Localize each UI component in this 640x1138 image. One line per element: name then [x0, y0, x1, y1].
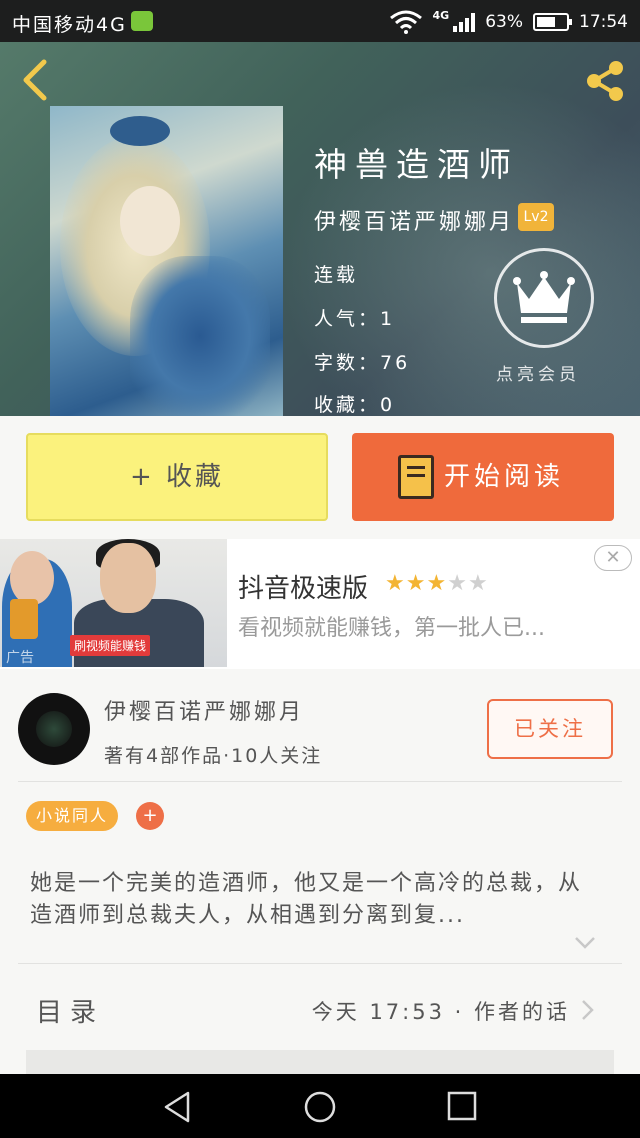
share-icon[interactable]	[582, 58, 628, 104]
carrier-label: 中国移动4G	[12, 14, 127, 36]
battery-percent: 63%	[485, 12, 523, 32]
divider	[18, 963, 622, 964]
author-avatar[interactable]	[18, 693, 90, 765]
add-favorite-button[interactable]: + 收藏	[26, 433, 328, 521]
start-reading-button[interactable]: 开始阅读	[352, 433, 614, 521]
book-synopsis[interactable]: 她是一个完美的造酒师，他又是一个高冷的总裁，从造酒师到总裁夫人，从相遇到分离到复…	[30, 868, 604, 932]
wifi-icon	[389, 10, 422, 34]
nav-home-icon[interactable]	[303, 1090, 337, 1124]
book-word-count: 字数：76	[314, 352, 411, 374]
level-badge: Lv2	[518, 203, 554, 231]
ad-image-caption: 刷视频能赚钱	[70, 635, 151, 656]
ad-tag: 广告	[6, 650, 34, 666]
ad-title[interactable]: 抖音极速版	[238, 568, 368, 605]
start-reading-label: 开始阅读	[444, 462, 565, 492]
message-icon	[131, 11, 153, 31]
divider	[18, 781, 622, 782]
ad-close-button[interactable]: ✕	[594, 545, 632, 571]
chevron-down-icon[interactable]	[574, 935, 596, 951]
genre-tag[interactable]: 小说同人	[26, 801, 119, 831]
star-icon: ★	[385, 571, 406, 596]
author-name[interactable]: 伊樱百诺严娜娜月	[104, 694, 304, 726]
ad-image[interactable]: 刷视频能赚钱 广告	[0, 539, 227, 667]
chapter-list-preview	[26, 1050, 614, 1074]
crown-icon	[513, 271, 575, 323]
author-works-summary: 著有4部作品·10人关注	[104, 745, 323, 767]
ad-rating-stars: ★★★★★	[385, 571, 489, 596]
vip-label[interactable]: 点亮会员	[496, 360, 580, 385]
star-icon: ★	[426, 571, 448, 596]
book-cover[interactable]	[50, 106, 283, 416]
chevron-right-icon[interactable]	[580, 998, 596, 1022]
book-header: 神兽造酒师 伊樱百诺严娜娜月 Lv2 连载 人气：1 字数：76 收藏：0 点亮…	[0, 42, 640, 416]
star-icon: ★	[405, 571, 427, 596]
vip-badge[interactable]	[494, 248, 594, 348]
follow-button[interactable]: 已关注	[487, 699, 613, 759]
star-icon: ★	[467, 571, 489, 596]
book-author[interactable]: 伊樱百诺严娜娜月	[314, 204, 514, 236]
nav-back-icon[interactable]	[162, 1090, 194, 1124]
clock: 17:54	[579, 12, 628, 32]
network-type-label: 4G	[432, 8, 450, 22]
book-popularity: 人气：1	[314, 308, 396, 330]
star-icon: ★	[447, 571, 468, 596]
book-status: 连载	[314, 264, 359, 286]
battery-icon	[533, 13, 572, 31]
toc-update-info[interactable]: 今天 17:53 · 作者的话	[312, 996, 570, 1026]
table-of-contents-label[interactable]: 目录	[36, 992, 104, 1029]
back-arrow-icon[interactable]	[18, 58, 52, 102]
book-title: 神兽造酒师	[314, 145, 519, 184]
add-tag-button[interactable]: +	[136, 802, 164, 830]
signal-icon	[453, 12, 476, 32]
ad-subtitle[interactable]: 看视频就能赚钱，第一批人已...	[238, 610, 545, 642]
book-favorites: 收藏：0	[314, 394, 396, 416]
book-icon	[398, 455, 434, 499]
status-bar: 中国移动4G 4G 63% 17:54	[0, 0, 640, 42]
battery-fill	[537, 17, 555, 27]
navigation-bar	[0, 1074, 640, 1138]
nav-recent-apps-icon[interactable]	[446, 1090, 478, 1122]
